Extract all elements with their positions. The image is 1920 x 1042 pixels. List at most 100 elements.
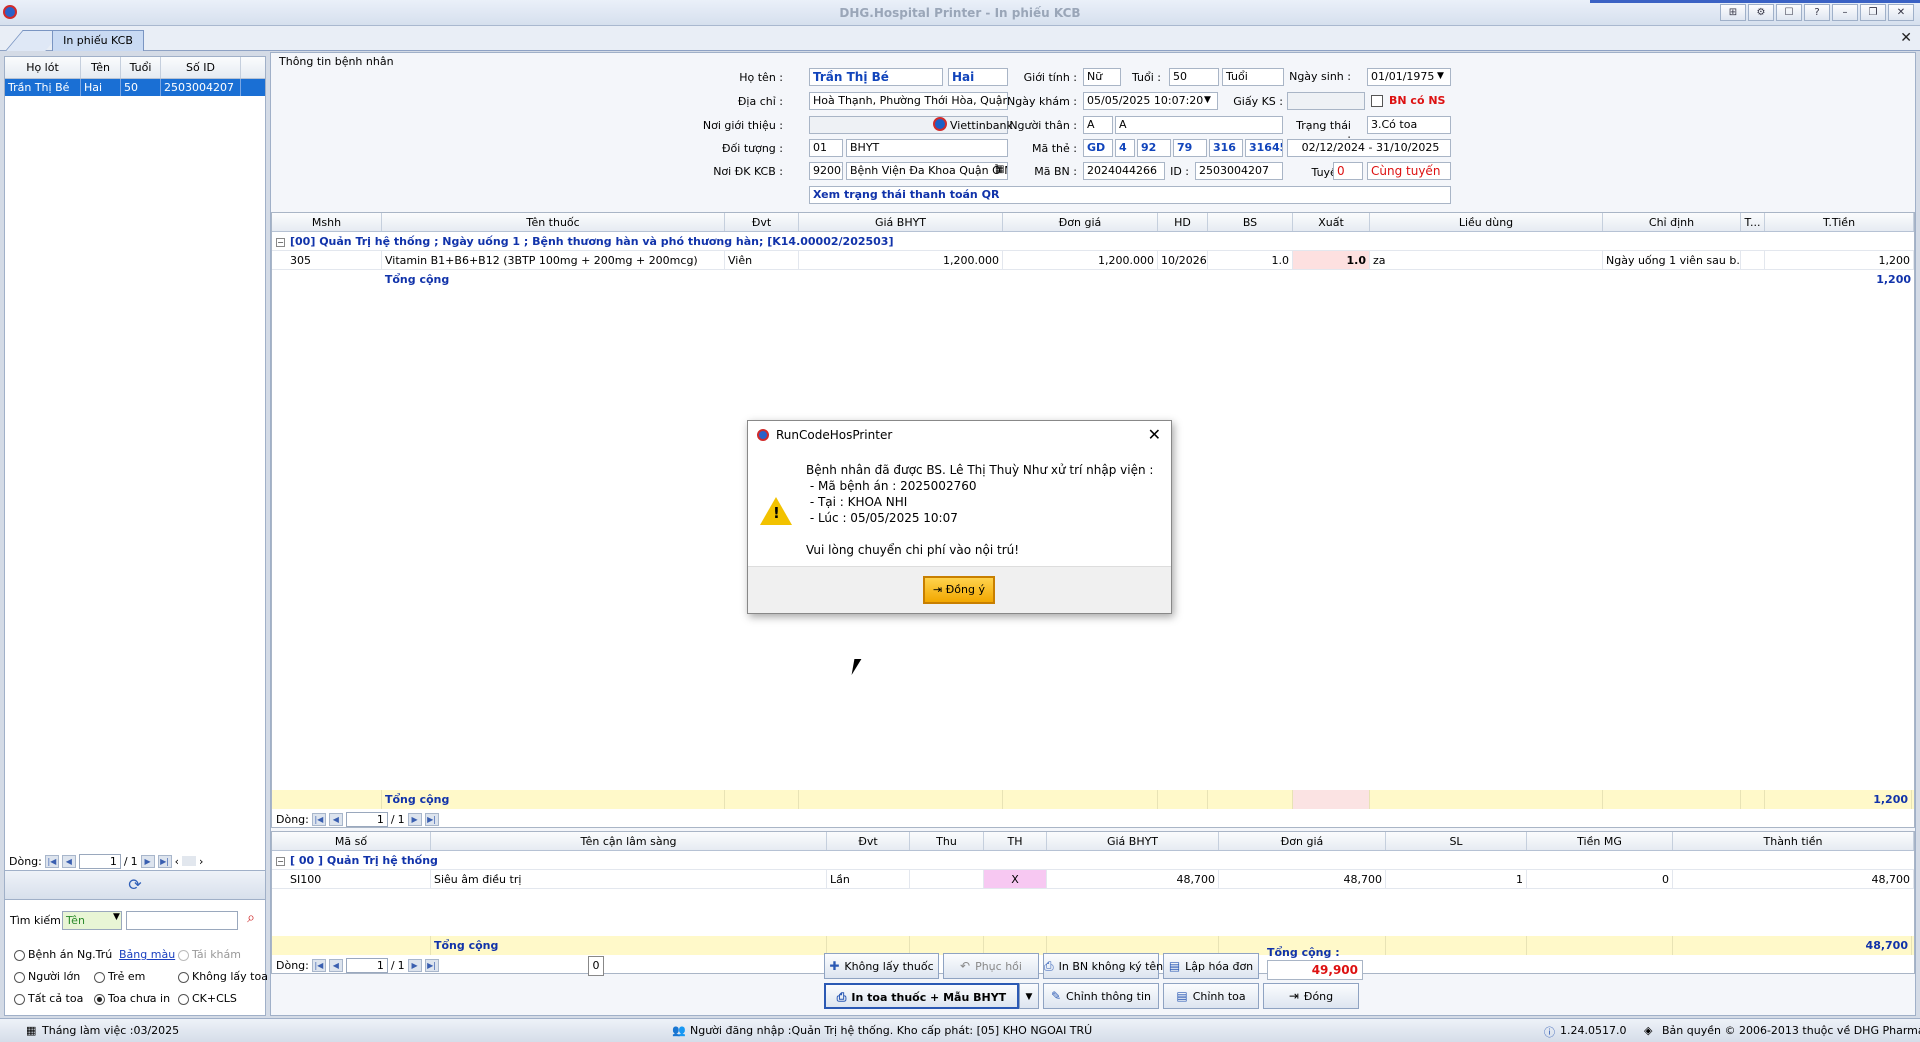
in-bn-button[interactable]: ⎙ In BN không ký tên [1043, 953, 1163, 979]
trang-thai-field[interactable]: 3.Có toa [1367, 116, 1451, 134]
prev-page-icon[interactable]: ◀ [61, 854, 76, 868]
cell-xuat[interactable]: 1.0 [1293, 251, 1370, 269]
table-row[interactable]: SI100 Siêu âm điều trị Lần X 48,700 48,7… [272, 870, 1914, 889]
radio-nguoi-lon[interactable]: Người lớn [14, 970, 80, 983]
next-page-icon[interactable]: ▶ [407, 958, 422, 972]
radio-benh-an[interactable]: Bệnh án Ng.Trú [14, 948, 112, 961]
chinh-thong-tin-button[interactable]: ✎ Chỉnh thông tin [1043, 983, 1159, 1009]
calendar-icon[interactable]: ▦ [995, 164, 1004, 175]
ok-button[interactable]: ⇥ Đồng ý [923, 576, 995, 604]
dia-chi-field[interactable]: Hoà Thạnh, Phường Thới Hòa, Quận Ô M [809, 92, 1008, 110]
nguoi-than-field-1[interactable]: A [1083, 116, 1113, 134]
tuyen-field[interactable]: 0 [1333, 162, 1363, 180]
collapse-icon[interactable]: − [276, 857, 285, 866]
page-input[interactable]: 1 [78, 853, 121, 869]
col-t-tien[interactable]: T.Tiền [1765, 213, 1914, 231]
col-ten-thuoc[interactable]: Tên thuốc [382, 213, 725, 231]
ma-the-field-3[interactable]: 92 [1137, 139, 1171, 157]
giay-ks-field[interactable] [1287, 92, 1365, 110]
close-button[interactable]: ✕ [1888, 4, 1914, 21]
tuyen-text-field[interactable]: Cùng tuyến [1367, 162, 1451, 180]
ngay-kham-field[interactable]: 05/05/2025 10:07:20 [1083, 92, 1218, 110]
col-so-id[interactable]: Số ID [161, 57, 241, 78]
next-page-icon[interactable]: ▶ [140, 854, 155, 868]
refresh-button[interactable]: ⟳ [4, 870, 266, 900]
col-bs[interactable]: BS [1208, 213, 1293, 231]
radio-tat-ca-toa[interactable]: Tất cả toa [14, 992, 83, 1005]
ma-the-field-2[interactable]: 4 [1115, 139, 1135, 157]
col-mshh[interactable]: Mshh [272, 213, 382, 231]
restore-button[interactable]: ❐ [1860, 4, 1886, 21]
ten-field[interactable]: Hai [948, 68, 1008, 86]
close-icon[interactable]: ✕ [1148, 421, 1161, 449]
last-page-icon[interactable]: ▶| [157, 854, 172, 868]
col-xuat[interactable]: Xuất [1293, 213, 1370, 231]
col-dvt[interactable]: Đvt [725, 213, 799, 231]
col-tien-mg[interactable]: Tiền MG [1527, 832, 1673, 850]
screen-icon[interactable]: ☐ [1776, 4, 1802, 21]
ma-the-field-4[interactable]: 79 [1173, 139, 1207, 157]
ho-ten-field[interactable]: Trần Thị Bé [809, 68, 943, 86]
tab-in-phieu-kcb[interactable]: In phiếu KCB [52, 30, 144, 51]
cell-th[interactable]: X [984, 870, 1047, 888]
radio-tre-em[interactable]: Trẻ em [94, 970, 145, 983]
patient-row[interactable]: Trần Thị Bé Hai 50 2503004207 [5, 79, 265, 96]
first-page-icon[interactable]: |◀ [311, 812, 326, 826]
ma-bn-field[interactable]: 2024044266 [1083, 162, 1165, 180]
table-row[interactable]: 305 Vitamin B1+B6+B12 (3BTP 100mg + 200m… [272, 251, 1914, 270]
phuc-hoi-button[interactable]: ↶ Phục hồi [943, 953, 1039, 979]
radio-khong-lay-toa[interactable]: Không lấy toa [178, 970, 268, 983]
col-t[interactable]: T... [1741, 213, 1765, 231]
col-gia-bhyt[interactable]: Giá BHYT [1047, 832, 1219, 850]
col-dvt[interactable]: Đvt [827, 832, 910, 850]
khong-lay-thuoc-button[interactable]: ✚ Không lấy thuốc [824, 953, 939, 979]
minimize-button[interactable]: – [1832, 4, 1858, 21]
prev-page-icon[interactable]: ◀ [328, 958, 343, 972]
last-page-icon[interactable]: ▶| [424, 958, 439, 972]
cls-group-row[interactable]: −[ 00 ] Quản Trị hệ thống [272, 851, 1914, 870]
col-lieu-dung[interactable]: Liều dùng [1370, 213, 1603, 231]
chevron-down-icon[interactable]: ▼ [1204, 95, 1211, 105]
chevron-down-icon[interactable]: ▼ [113, 912, 120, 922]
noi-dk-code-field[interactable]: 92007 [809, 162, 843, 180]
col-hd[interactable]: HD [1158, 213, 1208, 231]
bn-co-ns-checkbox[interactable] [1371, 95, 1383, 107]
ma-the-field-5[interactable]: 316 [1209, 139, 1243, 157]
han-the-field[interactable]: 02/12/2024 - 31/10/2025 [1287, 139, 1451, 157]
help-button[interactable]: ? [1804, 4, 1830, 21]
scrollbar[interactable] [182, 856, 196, 866]
collapse-icon[interactable]: − [276, 238, 285, 247]
qr-status-link[interactable]: Xem trạng thái thanh toán QR [809, 186, 1451, 204]
in-toa-button[interactable]: ⎙ In toa thuốc + Mẫu BHYT [824, 983, 1019, 1009]
col-sl[interactable]: SL [1386, 832, 1527, 850]
col-tuoi[interactable]: Tuổi [121, 57, 161, 78]
search-input[interactable] [126, 911, 238, 930]
ma-the-field-1[interactable]: GD [1083, 139, 1113, 157]
drug-group-row[interactable]: − [00] Quản Trị hệ thống ; Ngày uống 1 ; … [272, 232, 1914, 251]
radio-toa-chua-in[interactable]: Toa chưa in [94, 992, 170, 1005]
chinh-toa-button[interactable]: ▤ Chỉnh toa [1163, 983, 1259, 1009]
layout-icon[interactable]: ⊞ [1720, 4, 1746, 21]
col-don-gia[interactable]: Đơn giá [1219, 832, 1386, 850]
col-th[interactable]: TH [984, 832, 1047, 850]
settings-icon[interactable]: ⚙ [1748, 4, 1774, 21]
col-thu[interactable]: Thu [910, 832, 984, 850]
ma-the-field-6[interactable]: 31645 [1245, 139, 1283, 157]
doi-tuong-code-field[interactable]: 01 [809, 139, 843, 157]
tab-close-icon[interactable]: ✕ [1900, 30, 1912, 46]
col-chi-dinh[interactable]: Chỉ định [1603, 213, 1741, 231]
in-toa-dropdown[interactable]: ▼ [1019, 983, 1039, 1009]
doi-tuong-field[interactable]: BHYT [846, 139, 1008, 157]
bang-mau-link[interactable]: Bảng màu [119, 948, 175, 961]
page-input[interactable]: 1 [345, 811, 388, 827]
scroll-right-icon[interactable]: › [199, 855, 203, 868]
scroll-left-icon[interactable]: ‹ [175, 855, 179, 868]
dong-button[interactable]: ⇥ Đóng [1263, 983, 1359, 1009]
tuoi-field[interactable]: 50 [1169, 68, 1219, 86]
col-gia-bhyt[interactable]: Giá BHYT [799, 213, 1003, 231]
nguoi-than-field-2[interactable]: A [1115, 116, 1283, 134]
page-input[interactable]: 1 [345, 957, 388, 973]
chevron-down-icon[interactable]: ▼ [1437, 71, 1444, 81]
first-page-icon[interactable]: |◀ [311, 958, 326, 972]
col-ten[interactable]: Tên [81, 57, 121, 78]
